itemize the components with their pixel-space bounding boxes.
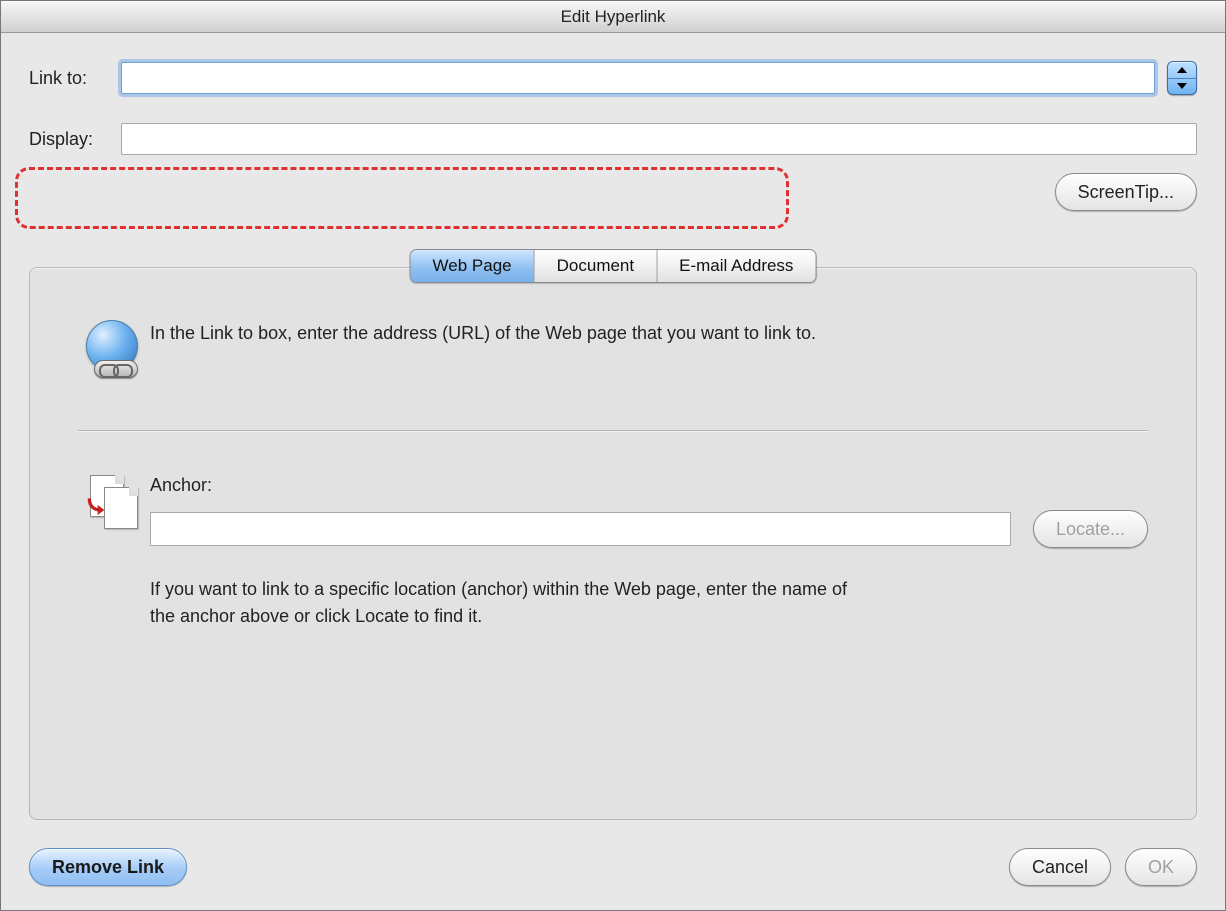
tab-label: Web Page — [433, 256, 512, 276]
dialog-content: Link to: Display: ScreenTip... Web Page — [1, 33, 1225, 838]
dialog-button-bar: Remove Link Cancel OK — [1, 838, 1225, 910]
tab-email-address[interactable]: E-mail Address — [657, 250, 815, 282]
link-type-panel: Web Page Document E-mail Address — [29, 267, 1197, 820]
anchor-section: Anchor: Locate... If you want to link to… — [78, 475, 1148, 630]
link-to-row: Link to: — [29, 61, 1197, 95]
url-hint-text: In the Link to box, enter the address (U… — [150, 320, 816, 347]
globe-link-icon — [78, 320, 150, 376]
tab-web-page[interactable]: Web Page — [411, 250, 535, 282]
screentip-button[interactable]: ScreenTip... — [1055, 173, 1197, 211]
anchor-label: Anchor: — [150, 475, 1148, 496]
link-type-tabs: Web Page Document E-mail Address — [410, 249, 817, 283]
link-history-stepper[interactable] — [1167, 61, 1197, 95]
url-hint-row: In the Link to box, enter the address (U… — [78, 320, 1148, 376]
display-label: Display: — [29, 129, 121, 150]
panel-divider — [78, 430, 1148, 431]
display-row: Display: — [29, 123, 1197, 155]
display-input[interactable] — [121, 123, 1197, 155]
document-swap-icon — [78, 475, 150, 531]
stepper-up-icon[interactable] — [1168, 62, 1196, 79]
edit-hyperlink-dialog: Edit Hyperlink Link to: Display: ScreenT… — [0, 0, 1226, 911]
dialog-titlebar: Edit Hyperlink — [1, 1, 1225, 33]
link-to-input[interactable] — [121, 62, 1155, 94]
remove-link-button[interactable]: Remove Link — [29, 848, 187, 886]
anchor-hint-text: If you want to link to a specific locati… — [150, 576, 850, 630]
dialog-title: Edit Hyperlink — [561, 7, 666, 27]
ok-label: OK — [1148, 857, 1174, 878]
tab-label: E-mail Address — [679, 256, 793, 276]
remove-link-label: Remove Link — [52, 857, 164, 878]
web-page-panel-body: In the Link to box, enter the address (U… — [29, 267, 1197, 820]
cancel-label: Cancel — [1032, 857, 1088, 878]
screentip-label: ScreenTip... — [1078, 182, 1174, 203]
cancel-button[interactable]: Cancel — [1009, 848, 1111, 886]
screentip-row: ScreenTip... — [29, 173, 1197, 211]
ok-button[interactable]: OK — [1125, 848, 1197, 886]
locate-button[interactable]: Locate... — [1033, 510, 1148, 548]
link-to-label: Link to: — [29, 68, 121, 89]
stepper-down-icon[interactable] — [1168, 79, 1196, 95]
anchor-input-row: Locate... — [150, 510, 1148, 548]
tab-document[interactable]: Document — [535, 250, 657, 282]
anchor-input[interactable] — [150, 512, 1011, 546]
tab-label: Document — [557, 256, 634, 276]
locate-label: Locate... — [1056, 519, 1125, 540]
